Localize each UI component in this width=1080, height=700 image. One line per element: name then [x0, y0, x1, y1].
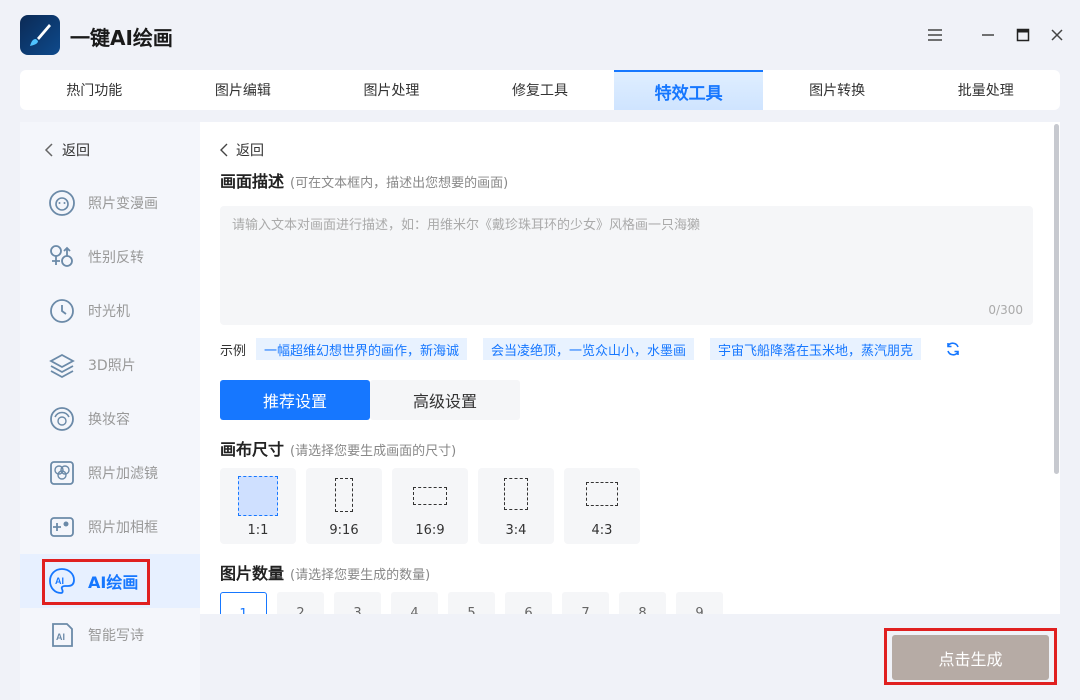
- example-chip[interactable]: 一幅超维幻想世界的画作，新海诚: [256, 338, 468, 360]
- tab-image-process[interactable]: 图片处理: [317, 70, 466, 110]
- tab-hot-features[interactable]: 热门功能: [20, 70, 169, 110]
- char-counter: 0/300: [988, 303, 1023, 317]
- ratio-label: 4:3: [591, 523, 613, 538]
- ratio-label: 9:16: [329, 523, 359, 538]
- brush-icon: [30, 24, 51, 46]
- main-back-label: 返回: [236, 143, 264, 159]
- count-option[interactable]: 9: [676, 592, 723, 614]
- example-chip[interactable]: 宇宙飞船降落在玉米地，蒸汽朋克: [710, 338, 922, 360]
- chevron-left-icon: [44, 143, 53, 157]
- count-option[interactable]: 8: [619, 592, 666, 614]
- sidebar-item-label: 换妆容: [88, 412, 130, 428]
- ai-document-icon: AI: [48, 621, 76, 649]
- examples-label: 示例: [220, 343, 247, 359]
- sidebar-item-label: 智能写诗: [88, 628, 144, 644]
- count-option[interactable]: 4: [391, 592, 438, 614]
- sidebar-item-gender[interactable]: 性别反转: [20, 230, 200, 284]
- description-title-text: 画面描述: [220, 172, 285, 191]
- description-hint: (可在文本框内，描述出您想要的画面): [290, 176, 509, 191]
- app-title: 一键AI绘画: [70, 26, 173, 50]
- sidebar-item-poetry[interactable]: AI 智能写诗: [20, 608, 200, 662]
- sidebar-item-label: 3D照片: [88, 358, 136, 374]
- image-count-title: 图片数量 (请选择您要生成的数量): [220, 560, 430, 584]
- feature-tabs: 热门功能 图片编辑 图片处理 修复工具 特效工具 图片转换 批量处理: [20, 70, 1060, 110]
- example-chip[interactable]: 会当凌绝顶，一览众山小，水墨画: [483, 338, 695, 360]
- chevron-left-icon: [220, 143, 228, 157]
- ratio-shape: [586, 482, 618, 506]
- sidebar-item-label: 时光机: [88, 304, 130, 320]
- clock-icon: [48, 297, 76, 325]
- sidebar-item-makeup[interactable]: 换妆容: [20, 392, 200, 446]
- count-option[interactable]: 1: [220, 592, 267, 614]
- cartoon-face-icon: [48, 189, 76, 217]
- ratio-option-9-16[interactable]: 9:16: [306, 468, 382, 544]
- menu-icon[interactable]: [924, 24, 946, 46]
- maximize-icon[interactable]: [1012, 24, 1034, 46]
- image-count-hint: (请选择您要生成的数量): [290, 568, 431, 583]
- ratio-shape: [335, 478, 353, 512]
- recommended-settings-button[interactable]: 推荐设置: [220, 380, 370, 420]
- tab-effect-tools[interactable]: 特效工具: [614, 70, 763, 110]
- ratio-shape: [238, 476, 278, 516]
- sidebar-item-cartoon[interactable]: 照片变漫画: [20, 176, 200, 230]
- ratio-label: 1:1: [247, 523, 269, 538]
- app-logo: [20, 15, 60, 55]
- description-input[interactable]: [220, 206, 1033, 325]
- ratio-shape: [413, 487, 447, 505]
- canvas-size-title-text: 画布尺寸: [220, 440, 285, 459]
- canvas-size-title: 画布尺寸 (请选择您要生成画面的尺寸): [220, 436, 456, 460]
- description-box: 0/300: [220, 206, 1033, 325]
- frame-icon: [48, 513, 76, 541]
- tab-repair-tools[interactable]: 修复工具: [466, 70, 615, 110]
- highlight-box-ai-painting: [42, 559, 150, 605]
- sidebar-item-label: 照片加滤镜: [88, 466, 158, 482]
- count-options: 1 2 3 4 5 6 7 8 9: [220, 592, 723, 614]
- sidebar: 返回 照片变漫画 性别反转 时光机 3D照片 换妆容 照片加滤镜 照片加相框 A…: [20, 122, 200, 700]
- sidebar-item-time-machine[interactable]: 时光机: [20, 284, 200, 338]
- count-option[interactable]: 5: [448, 592, 495, 614]
- tab-batch-process[interactable]: 批量处理: [911, 70, 1060, 110]
- sidebar-item-frame[interactable]: 照片加相框: [20, 500, 200, 554]
- gender-icon: [48, 243, 76, 271]
- refresh-icon[interactable]: [943, 339, 963, 359]
- ratio-option-1-1[interactable]: 1:1: [220, 468, 296, 544]
- layers-icon: [48, 351, 76, 379]
- sidebar-item-3d-photo[interactable]: 3D照片: [20, 338, 200, 392]
- ratio-options: 1:1 9:16 16:9 3:4 4:3: [220, 468, 640, 544]
- minimize-icon[interactable]: [977, 24, 999, 46]
- ratio-shape: [504, 478, 528, 510]
- highlight-box-generate: [884, 628, 1057, 685]
- title-bar: 一键AI绘画: [0, 0, 1080, 70]
- settings-tabs: 推荐设置 高级设置: [220, 380, 520, 420]
- main-panel: 返回 画面描述 (可在文本框内，描述出您想要的画面) 0/300 示例 一幅超维幻…: [200, 122, 1060, 614]
- examples-row: 示例 一幅超维幻想世界的画作，新海诚 会当凌绝顶，一览众山小，水墨画 宇宙飞船降…: [220, 338, 963, 360]
- ratio-label: 16:9: [415, 523, 445, 538]
- count-option[interactable]: 6: [505, 592, 552, 614]
- image-count-title-text: 图片数量: [220, 564, 285, 583]
- canvas-size-hint: (请选择您要生成画面的尺寸): [290, 444, 457, 459]
- filter-icon: [48, 459, 76, 487]
- sidebar-item-filter[interactable]: 照片加滤镜: [20, 446, 200, 500]
- ratio-option-4-3[interactable]: 4:3: [564, 468, 640, 544]
- makeup-face-icon: [48, 405, 76, 433]
- count-option[interactable]: 7: [562, 592, 609, 614]
- count-option[interactable]: 3: [334, 592, 381, 614]
- ratio-option-3-4[interactable]: 3:4: [478, 468, 554, 544]
- svg-text:AI: AI: [56, 632, 65, 642]
- close-icon[interactable]: [1046, 24, 1068, 46]
- ratio-label: 3:4: [505, 523, 527, 538]
- tab-image-convert[interactable]: 图片转换: [763, 70, 912, 110]
- tab-image-edit[interactable]: 图片编辑: [169, 70, 318, 110]
- sidebar-item-label: 照片变漫画: [88, 196, 158, 212]
- sidebar-item-label: 性别反转: [88, 250, 144, 266]
- description-title: 画面描述 (可在文本框内，描述出您想要的画面): [220, 168, 508, 192]
- sidebar-back-button[interactable]: 返回: [44, 140, 90, 160]
- sidebar-item-label: 照片加相框: [88, 520, 158, 536]
- main-scrollbar[interactable]: [1054, 124, 1059, 474]
- ratio-option-16-9[interactable]: 16:9: [392, 468, 468, 544]
- sidebar-back-label: 返回: [62, 143, 90, 159]
- count-option[interactable]: 2: [277, 592, 324, 614]
- advanced-settings-button[interactable]: 高级设置: [370, 380, 520, 420]
- main-back-button[interactable]: 返回: [220, 140, 264, 160]
